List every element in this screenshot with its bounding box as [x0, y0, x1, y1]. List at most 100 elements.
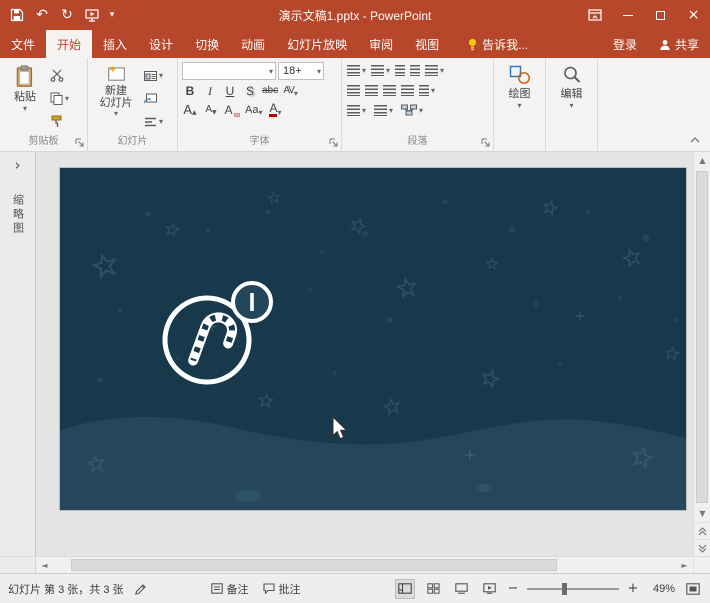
scroll-left-button[interactable]: ◄ — [36, 557, 53, 574]
paragraph-dialog-launcher[interactable] — [480, 137, 491, 148]
zoom-level[interactable]: 49% — [647, 583, 675, 595]
slideshow-icon — [85, 9, 99, 22]
grow-font-button[interactable]: A▲ — [182, 102, 198, 118]
next-slide-button[interactable] — [694, 539, 710, 556]
numbering-button[interactable]: ▾ — [370, 62, 391, 78]
notes-button[interactable]: 备注 — [211, 581, 249, 597]
font-size-combo[interactable]: 18+ ▾ — [278, 62, 324, 80]
reading-view-button[interactable] — [451, 579, 471, 599]
pen-icon[interactable] — [134, 582, 147, 595]
shrink-font-button[interactable]: A▼ — [203, 102, 219, 118]
line-spacing-button[interactable]: ▾ — [424, 62, 445, 78]
bullets-button[interactable]: ▾ — [346, 62, 367, 78]
repeat-button[interactable]: ↻ — [56, 4, 78, 26]
zoom-slider-thumb[interactable] — [562, 583, 567, 595]
horizontal-scrollbar-thumb[interactable] — [71, 559, 557, 571]
clear-formatting-button[interactable]: A — [224, 102, 240, 118]
font-name-combo[interactable]: ▾ — [182, 62, 276, 80]
change-case-button[interactable]: Aa▾ — [245, 102, 262, 118]
align-text-button[interactable]: ▾ — [373, 102, 394, 118]
collapse-ribbon-button[interactable] — [686, 133, 704, 147]
sign-in-button[interactable]: 登录 — [602, 30, 648, 58]
editing-menu-button[interactable]: 编辑 ▾ — [561, 62, 583, 151]
horizontal-scrollbar[interactable]: ◄ ► — [0, 556, 710, 573]
clipboard-dialog-launcher[interactable] — [74, 137, 85, 148]
tab-insert[interactable]: 插入 — [92, 30, 138, 58]
thumbnails-pane-collapsed[interactable]: › 缩略图 — [0, 152, 36, 556]
tab-review[interactable]: 审阅 — [358, 30, 404, 58]
expand-thumbnails-icon[interactable]: › — [15, 158, 21, 172]
tab-animations[interactable]: 动画 — [230, 30, 276, 58]
decrease-indent-button[interactable] — [394, 62, 406, 78]
undo-button[interactable]: ↶ — [31, 4, 53, 26]
strikethrough-button[interactable]: abc — [262, 83, 278, 99]
scroll-right-button[interactable]: ► — [676, 557, 693, 574]
align-left-button[interactable] — [346, 82, 361, 98]
copy-button[interactable]: ▾ — [50, 91, 69, 106]
text-direction-button[interactable]: ▾ — [346, 102, 367, 118]
tab-file[interactable]: 文件 — [0, 30, 46, 58]
align-center-button[interactable] — [364, 82, 379, 98]
clipboard-group-label: 剪贴板 — [29, 136, 59, 147]
columns-button[interactable]: ▾ — [418, 82, 436, 98]
font-size-value: 18+ — [283, 65, 317, 77]
cut-button[interactable] — [50, 68, 69, 83]
scroll-down-button[interactable]: ▼ — [694, 505, 710, 522]
previous-slide-button[interactable] — [694, 522, 710, 539]
paste-button[interactable]: 粘贴 ▾ — [4, 62, 46, 135]
format-painter-button[interactable] — [50, 114, 69, 129]
zoom-out-button[interactable]: − — [507, 581, 519, 596]
horizontal-scrollbar-track[interactable] — [53, 557, 676, 573]
minimize-button[interactable] — [611, 0, 644, 30]
slideshow-view-button[interactable] — [479, 579, 499, 599]
justify-button[interactable] — [400, 82, 415, 98]
badge-circle[interactable] — [233, 283, 271, 321]
double-chevron-down-icon — [698, 544, 707, 553]
underline-button[interactable]: U — [222, 83, 238, 99]
tab-home[interactable]: 开始 — [46, 30, 92, 58]
zoom-slider[interactable] — [527, 582, 619, 596]
slide-layout-button[interactable]: ▾ — [144, 68, 163, 83]
maximize-button[interactable] — [644, 0, 677, 30]
align-right-button[interactable] — [382, 82, 397, 98]
decrease-indent-icon — [395, 65, 405, 76]
slide-sorter-view-button[interactable] — [423, 579, 443, 599]
bold-button[interactable]: B — [182, 83, 198, 99]
comments-button[interactable]: 批注 — [263, 581, 301, 597]
font-dialog-launcher[interactable] — [328, 137, 339, 148]
section-button[interactable]: ▾ — [144, 114, 163, 129]
tell-me-box[interactable]: 告诉我... — [456, 30, 539, 58]
slide[interactable] — [60, 168, 686, 510]
work-area: › 缩略图 — [0, 152, 710, 556]
text-shadow-button[interactable]: S — [242, 83, 258, 99]
save-button[interactable] — [6, 4, 28, 26]
zoom-in-button[interactable]: + — [627, 581, 639, 596]
italic-button[interactable]: I — [202, 83, 218, 99]
drawing-menu-button[interactable]: 绘图 ▾ — [509, 62, 531, 151]
tab-transitions[interactable]: 切换 — [184, 30, 230, 58]
vertical-scrollbar-track[interactable] — [694, 169, 710, 505]
qat-customize-button[interactable]: ▾ — [106, 4, 118, 26]
window-title: 演示文稿1.pptx - PowerPoint — [279, 7, 432, 24]
reset-slide-button[interactable] — [144, 91, 163, 106]
close-button[interactable]: × — [677, 0, 710, 30]
tab-slideshow[interactable]: 幻灯片放映 — [276, 30, 358, 58]
normal-view-button[interactable] — [395, 579, 415, 599]
reading-view-icon — [455, 583, 468, 594]
character-spacing-button[interactable]: AV▾ — [282, 83, 298, 99]
format-painter-icon — [50, 115, 63, 128]
tab-view[interactable]: 视图 — [404, 30, 450, 58]
fit-slide-to-window-button[interactable] — [683, 579, 703, 599]
vertical-scrollbar[interactable]: ▲ ▼ — [693, 152, 710, 556]
tab-design[interactable]: 设计 — [138, 30, 184, 58]
scroll-up-button[interactable]: ▲ — [694, 152, 710, 169]
ribbon-display-options-button[interactable] — [578, 0, 611, 30]
convert-to-smartart-button[interactable]: ▾ — [400, 102, 424, 118]
ribbon-tab-bar: 文件 开始 插入 设计 切换 动画 幻灯片放映 审阅 视图 告诉我... 登录 … — [0, 30, 710, 58]
increase-indent-button[interactable] — [409, 62, 421, 78]
start-slideshow-button[interactable] — [81, 4, 103, 26]
vertical-scrollbar-thumb[interactable] — [696, 171, 708, 503]
share-button[interactable]: 共享 — [648, 30, 710, 58]
new-slide-button[interactable]: 新建幻灯片 ▾ — [92, 62, 140, 135]
font-color-button[interactable]: A▾ — [267, 102, 283, 118]
